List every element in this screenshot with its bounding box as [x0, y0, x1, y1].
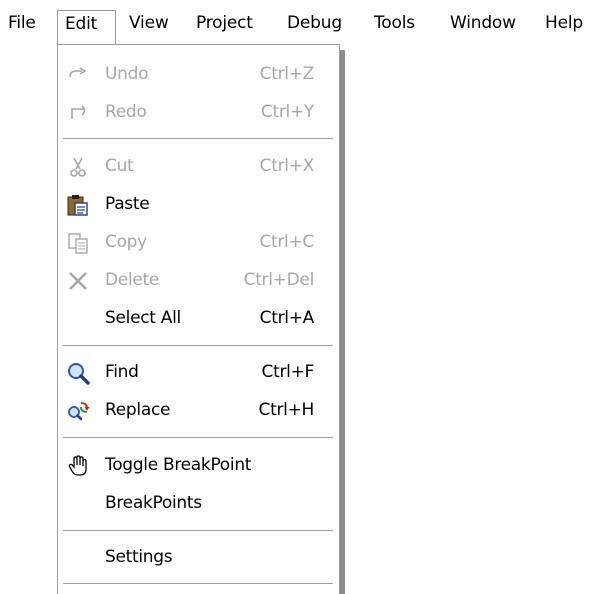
menu-item-copy[interactable]: Copy Ctrl+C — [58, 224, 339, 261]
menu-item-shortcut: Ctrl+A — [259, 308, 315, 328]
menu-item-select-all[interactable]: Select All Ctrl+A — [58, 300, 339, 337]
menu-edit[interactable]: Edit — [57, 10, 116, 46]
menu-separator — [63, 530, 333, 532]
ide-window: File Edit View Project Debug Tools Windo… — [0, 0, 592, 594]
menu-item-redo[interactable]: Redo Ctrl+Y — [58, 94, 339, 131]
replace-icon — [68, 402, 90, 421]
menu-item-shortcut: Ctrl+Y — [260, 102, 314, 122]
menu-item-paste[interactable]: Paste — [58, 186, 339, 223]
menu-item-label: Toggle BreakPoint — [105, 455, 252, 475]
redo-icon — [71, 105, 86, 119]
menu-item-breakpoints[interactable]: BreakPoints — [58, 485, 339, 522]
menu-item-shortcut: Ctrl+Z — [259, 64, 315, 84]
menu-separator — [63, 437, 333, 439]
menu-item-shortcut: Ctrl+Del — [243, 270, 315, 290]
menu-window[interactable]: Window — [450, 10, 516, 37]
menu-separator — [63, 583, 333, 585]
menu-item-delete[interactable]: Delete Ctrl+Del — [58, 262, 339, 299]
menu-debug[interactable]: Debug — [287, 10, 342, 37]
delete-x-icon — [69, 272, 87, 290]
menu-separator — [63, 138, 333, 140]
menu-help[interactable]: Help — [545, 10, 583, 37]
menu-item-shortcut: Ctrl+F — [261, 362, 315, 382]
menu-view[interactable]: View — [129, 10, 169, 37]
menu-tools[interactable]: Tools — [374, 10, 415, 37]
scissors-icon — [70, 157, 86, 177]
menu-item-undo[interactable]: Undo Ctrl+Z — [58, 56, 339, 93]
menu-item-toggle-breakpoint[interactable]: Toggle BreakPoint — [58, 447, 339, 484]
magnifier-icon — [68, 363, 90, 385]
menu-item-settings[interactable]: Settings — [58, 539, 339, 576]
menu-item-label: Replace — [105, 400, 171, 420]
menu-item-shortcut: Ctrl+H — [258, 400, 315, 420]
menu-item-label: Delete — [105, 270, 160, 290]
menu-item-label: Redo — [105, 102, 147, 122]
menu-item-label: Copy — [105, 232, 147, 252]
menu-item-cut[interactable]: Cut Ctrl+X — [58, 148, 339, 185]
dropdown-shadow — [340, 50, 345, 594]
menu-item-label: Settings — [105, 547, 173, 567]
undo-icon — [69, 67, 87, 78]
clipboard-icon — [67, 195, 88, 216]
menu-item-shortcut: Ctrl+X — [259, 156, 315, 176]
menu-separator — [63, 345, 333, 347]
menu-bar: File Edit View Project Debug Tools Windo… — [0, 0, 592, 46]
menu-project[interactable]: Project — [196, 10, 253, 37]
menu-item-find[interactable]: Find Ctrl+F — [58, 354, 339, 391]
menu-item-shortcut: Ctrl+C — [259, 232, 314, 252]
edit-dropdown-menu: Undo Ctrl+Z Redo Ctrl+Y Cut Ctrl+X Paste… — [57, 44, 340, 594]
menu-item-label: Undo — [105, 64, 149, 84]
menu-item-label: Cut — [105, 156, 134, 176]
menu-item-label: Find — [105, 362, 139, 382]
copy-icon — [68, 233, 88, 254]
menu-item-label: Paste — [105, 194, 150, 214]
menu-file[interactable]: File — [8, 10, 36, 37]
menu-item-label: BreakPoints — [105, 493, 202, 513]
menu-item-replace[interactable]: Replace Ctrl+H — [58, 392, 339, 429]
hand-icon — [68, 455, 87, 476]
menu-item-label: Select All — [105, 308, 181, 328]
